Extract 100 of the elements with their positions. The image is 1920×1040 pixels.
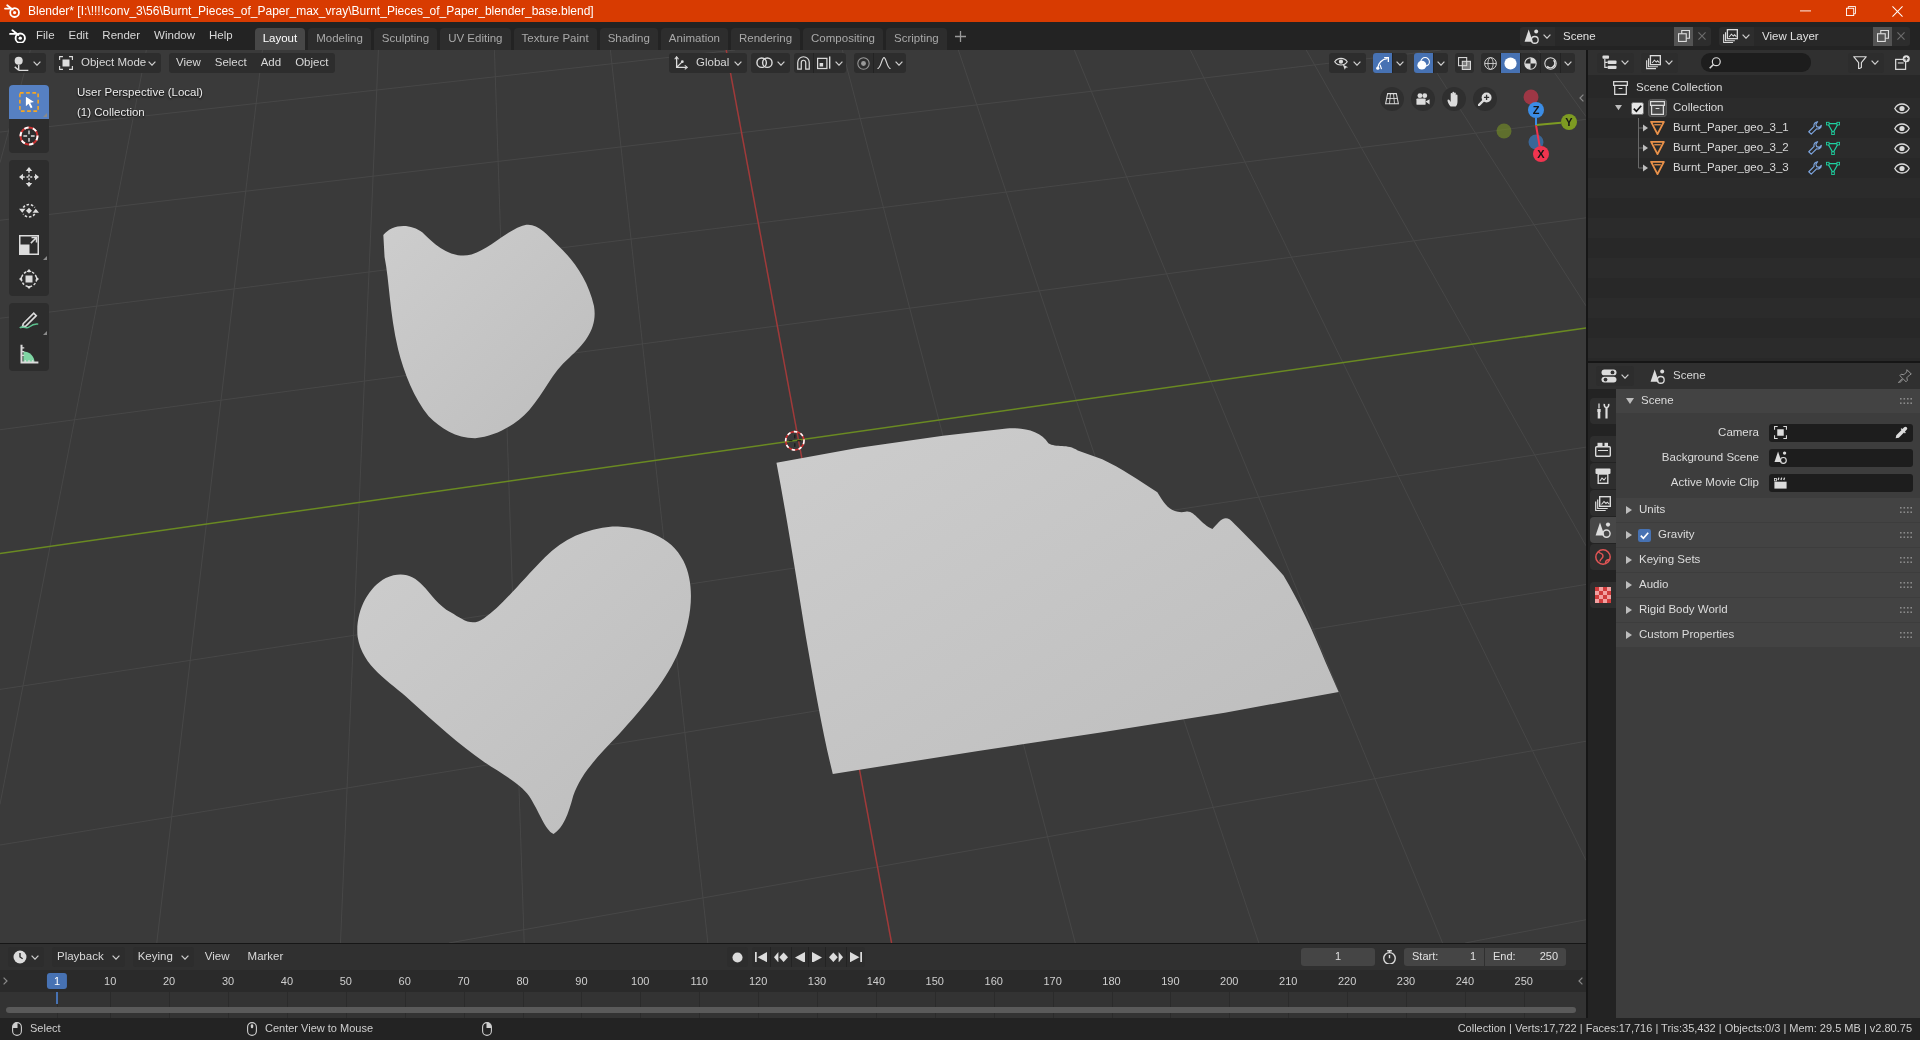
disclosure-triangle-icon[interactable] <box>1626 606 1632 614</box>
axis-handle[interactable]: Y <box>1561 114 1577 130</box>
orientation-dropdown[interactable]: Global <box>669 53 747 73</box>
menu-item[interactable]: Render <box>95 25 148 47</box>
overlays-toggle[interactable] <box>1414 53 1433 73</box>
current-frame-field[interactable]: 1 <box>1301 948 1375 966</box>
menu-item[interactable]: View <box>197 947 237 967</box>
axis-handle[interactable]: X <box>1533 146 1549 162</box>
gizmo-toggle[interactable] <box>1373 53 1392 73</box>
workspace-tab[interactable]: Scripting <box>886 28 947 50</box>
workspace-tab[interactable]: Layout <box>254 28 306 50</box>
duplicate-view-layer-button[interactable] <box>1873 26 1892 46</box>
negative-axis-handle[interactable] <box>1496 123 1512 139</box>
previous-keyframe-button[interactable] <box>769 947 791 967</box>
current-frame-indicator[interactable]: 1 <box>46 973 68 989</box>
mode-dropdown[interactable]: Object Mode <box>54 53 161 73</box>
disclosure-triangle-icon[interactable] <box>1614 105 1622 111</box>
panel-header[interactable]: Audio <box>1616 573 1920 597</box>
menu-dropdown[interactable]: Keying <box>132 947 194 967</box>
new-collection-button[interactable] <box>1893 52 1912 73</box>
disclosure-triangle-icon[interactable] <box>1626 556 1632 564</box>
eyedropper-icon[interactable] <box>1895 426 1908 439</box>
start-frame-field[interactable]: Start: 1 <box>1404 948 1485 966</box>
scene-browse-button[interactable] <box>1520 26 1555 46</box>
gizmo-dropdown[interactable] <box>1392 53 1407 73</box>
menu-item[interactable]: File <box>29 25 62 47</box>
properties-tab[interactable] <box>1590 517 1616 543</box>
wrench-icon[interactable] <box>1808 121 1822 135</box>
pin-icon[interactable] <box>1898 369 1912 383</box>
disclosure-triangle-icon[interactable] <box>1626 398 1634 404</box>
menu-item[interactable]: Object <box>288 53 336 73</box>
shading-mode-button[interactable] <box>1500 53 1520 73</box>
properties-tab[interactable] <box>1590 582 1616 608</box>
drag-handle-icon[interactable] <box>1900 582 1912 588</box>
end-frame-field[interactable]: End: 250 <box>1485 948 1566 966</box>
disclosure-triangle-icon[interactable] <box>1626 531 1632 539</box>
overlays-dropdown[interactable] <box>1433 53 1448 73</box>
negative-axis-handle[interactable] <box>1528 134 1544 150</box>
panel-header[interactable]: Keying Sets <box>1616 548 1920 572</box>
outliner-item-label[interactable]: Burnt_Paper_geo_3_1 <box>1673 121 1794 135</box>
workspace-tab[interactable]: Texture Paint <box>513 28 597 50</box>
vertex-triangle-icon[interactable] <box>1826 161 1840 175</box>
drag-handle-icon[interactable] <box>1900 507 1912 513</box>
menu-item[interactable]: Select <box>207 53 254 73</box>
properties-tab[interactable] <box>1590 398 1616 424</box>
drag-handle-icon[interactable] <box>1900 607 1912 613</box>
shading-mode-button[interactable] <box>1520 53 1540 73</box>
disclosure-triangle-icon[interactable] <box>1626 506 1632 514</box>
panel-header[interactable]: Units <box>1616 498 1920 522</box>
jump-to-start-button[interactable] <box>751 947 770 967</box>
xray-toggle[interactable] <box>1455 53 1474 73</box>
scene-name-field[interactable]: Scene <box>1555 26 1674 46</box>
workspace-tab[interactable]: Sculpting <box>373 28 438 50</box>
scene-picker-field[interactable] <box>1769 448 1913 467</box>
panel-header[interactable]: Scene <box>1616 389 1920 413</box>
panel-header[interactable]: Rigid Body World <box>1616 598 1920 622</box>
negative-axis-handle[interactable] <box>1523 89 1539 105</box>
horizontal-scrollbar[interactable] <box>6 1007 1576 1013</box>
outliner-item-label[interactable]: Burnt_Paper_geo_3_3 <box>1673 161 1794 175</box>
menu-item[interactable]: Edit <box>61 25 96 47</box>
workspace-tab[interactable]: Compositing <box>803 28 883 50</box>
pivot-point-dropdown[interactable] <box>751 53 790 73</box>
search-field[interactable] <box>1701 53 1811 72</box>
outliner-item-label[interactable]: Collection <box>1673 101 1794 115</box>
vertex-triangle-icon[interactable] <box>1826 121 1840 135</box>
drag-handle-icon[interactable] <box>1900 632 1912 638</box>
properties-tab[interactable] <box>1590 463 1616 489</box>
chevron-left-icon[interactable] <box>1578 977 1583 985</box>
vertex-triangle-icon[interactable] <box>1826 141 1840 155</box>
drag-handle-icon[interactable] <box>1900 557 1912 563</box>
movie-clip-picker-field[interactable] <box>1769 473 1913 492</box>
chevron-right-icon[interactable] <box>3 977 8 985</box>
properties-tab[interactable] <box>1590 490 1616 516</box>
add-workspace-icon[interactable] <box>954 30 966 42</box>
inverted-triangle-icon[interactable] <box>1650 160 1665 175</box>
proportional-editing-toggle[interactable] <box>854 53 873 73</box>
editor-type-button[interactable] <box>9 53 46 73</box>
chevron-left-icon[interactable] <box>1579 94 1584 102</box>
inverted-triangle-icon[interactable] <box>1650 140 1665 155</box>
archive-box-icon[interactable] <box>1648 98 1667 117</box>
workspace-tab[interactable]: Rendering <box>731 28 801 50</box>
stopwatch-icon[interactable] <box>1383 949 1396 965</box>
workspace-tab[interactable]: UV Editing <box>440 28 511 50</box>
drag-handle-icon[interactable] <box>1900 398 1912 404</box>
pan-view-button[interactable] <box>1442 87 1466 111</box>
drag-handle-icon[interactable] <box>1900 532 1912 538</box>
menu-item[interactable]: View <box>169 53 208 73</box>
menu-dropdown[interactable]: Playback <box>52 947 125 967</box>
select-box-tool[interactable] <box>9 85 49 119</box>
menu-item[interactable]: Window <box>147 25 202 47</box>
snap-toggle[interactable] <box>794 53 813 73</box>
properties-tab[interactable] <box>1590 436 1616 462</box>
perspective-toggle-button[interactable] <box>1380 87 1404 111</box>
shading-mode-button[interactable] <box>1481 53 1500 73</box>
archive-box-icon[interactable] <box>1613 80 1628 95</box>
wrench-icon[interactable] <box>1808 161 1822 175</box>
checkbox[interactable] <box>1638 528 1651 542</box>
zoom-view-button[interactable] <box>1473 87 1497 111</box>
workspace-tab[interactable]: Shading <box>599 28 658 50</box>
checkbox[interactable] <box>1631 101 1644 115</box>
